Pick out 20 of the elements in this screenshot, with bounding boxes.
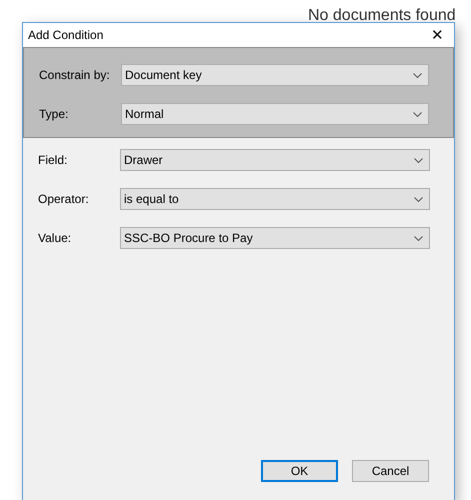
- dropdown[interactable]: Normal: [121, 103, 429, 125]
- field-label: Field:: [38, 153, 68, 167]
- chevron-down-icon: [414, 236, 423, 240]
- dropdown[interactable]: SSC-BO Procure to Pay: [120, 227, 430, 249]
- field-label: Value:: [38, 231, 72, 245]
- dropdown[interactable]: Drawer: [120, 149, 430, 171]
- chevron-down-icon: [413, 112, 422, 116]
- field-label: Type:: [39, 107, 70, 121]
- chevron-down-icon: [413, 72, 422, 78]
- chevron-down-icon: [414, 196, 423, 202]
- field-label: Constrain by:: [39, 68, 111, 82]
- close-button[interactable]: ✕: [427, 26, 448, 44]
- status-message: No documents found: [308, 7, 456, 25]
- window-title: Add Condition: [28, 28, 104, 42]
- dropdown[interactable]: Document key: [121, 64, 429, 86]
- default-button[interactable]: OK: [261, 460, 338, 482]
- field-label: Operator:: [38, 192, 90, 206]
- dropdown[interactable]: is equal to: [120, 188, 430, 210]
- dialog-button[interactable]: Cancel: [352, 460, 429, 482]
- chevron-down-icon: [414, 158, 423, 162]
